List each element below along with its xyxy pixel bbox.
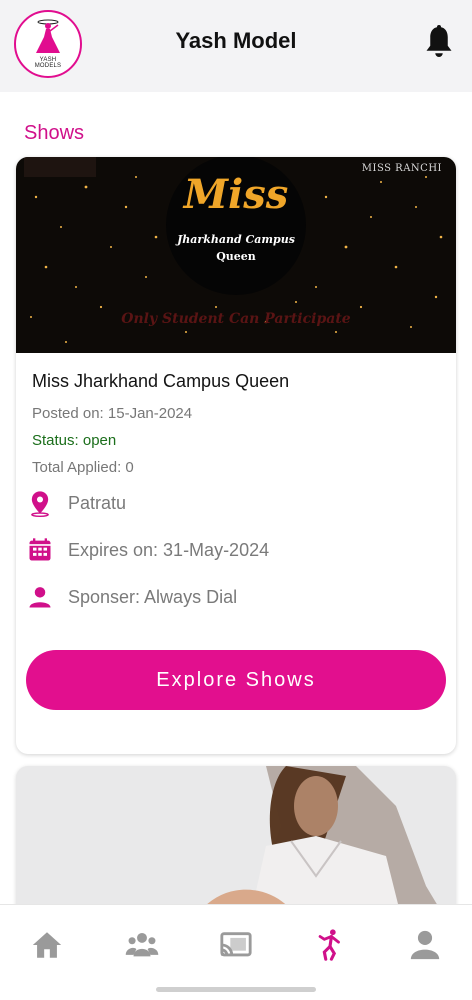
posted-date: Posted on: 15-Jan-2024 [32, 405, 193, 422]
nav-community[interactable] [122, 925, 162, 965]
nav-shows[interactable] [310, 925, 350, 965]
group-icon [125, 932, 159, 957]
show-name: Miss Jharkhand Campus Queen [32, 371, 290, 391]
banner-miss-text: Miss [183, 171, 289, 218]
location-text: Patratu [68, 492, 127, 513]
model-photo [16, 766, 456, 904]
bottom-navigation [0, 904, 472, 1000]
banner-tagline: Only Student Can Participate [121, 311, 351, 327]
location-pin-icon [31, 491, 49, 517]
sponsor-row: Sponser: Always Dial [26, 583, 237, 611]
home-indicator[interactable] [156, 987, 316, 992]
show-card-next[interactable] [16, 766, 456, 904]
expires-row: Expires on: 31-May-2024 [26, 536, 269, 564]
location-row: Patratu [26, 489, 126, 517]
banner-subtitle-line1: Jharkhand Campus [177, 233, 295, 246]
show-card[interactable]: MISS RANCHI Miss Jharkhand Campus Queen … [16, 157, 456, 754]
expires-text: Expires on: 31-May-2024 [68, 539, 270, 560]
sponsor-text: Sponser: Always Dial [68, 586, 238, 607]
explore-shows-button[interactable]: Explore Shows [26, 650, 446, 710]
nav-home[interactable] [27, 925, 67, 965]
banner-corner-brand: MISS RANCHI [361, 163, 442, 174]
show-details: Miss Jharkhand Campus Queen Posted on: 1… [32, 371, 442, 476]
total-applied: Total Applied: 0 [32, 459, 134, 476]
nav-profile[interactable] [405, 925, 445, 965]
bell-icon[interactable] [424, 24, 454, 60]
app-bar: YASH MODELS Yash Model [0, 0, 472, 92]
show-status: Status: open [32, 432, 117, 449]
banner-subtitle-line2: Queen [216, 250, 256, 263]
logo-text-line2: MODELS [34, 63, 62, 69]
show-banner: MISS RANCHI Miss Jharkhand Campus Queen … [16, 157, 456, 353]
dance-icon [318, 929, 340, 961]
section-title: Shows [24, 122, 85, 144]
main-content: Shows MISS RANCHI Miss Jharkhand Campus … [0, 92, 472, 904]
person-icon [29, 587, 51, 608]
home-icon [32, 932, 62, 958]
banner-corner-logo [24, 157, 96, 177]
calendar-icon [29, 538, 51, 561]
profile-icon [410, 930, 440, 960]
nav-cast[interactable] [216, 925, 256, 965]
app-title: Yash Model [175, 28, 297, 53]
cast-icon [220, 932, 252, 957]
